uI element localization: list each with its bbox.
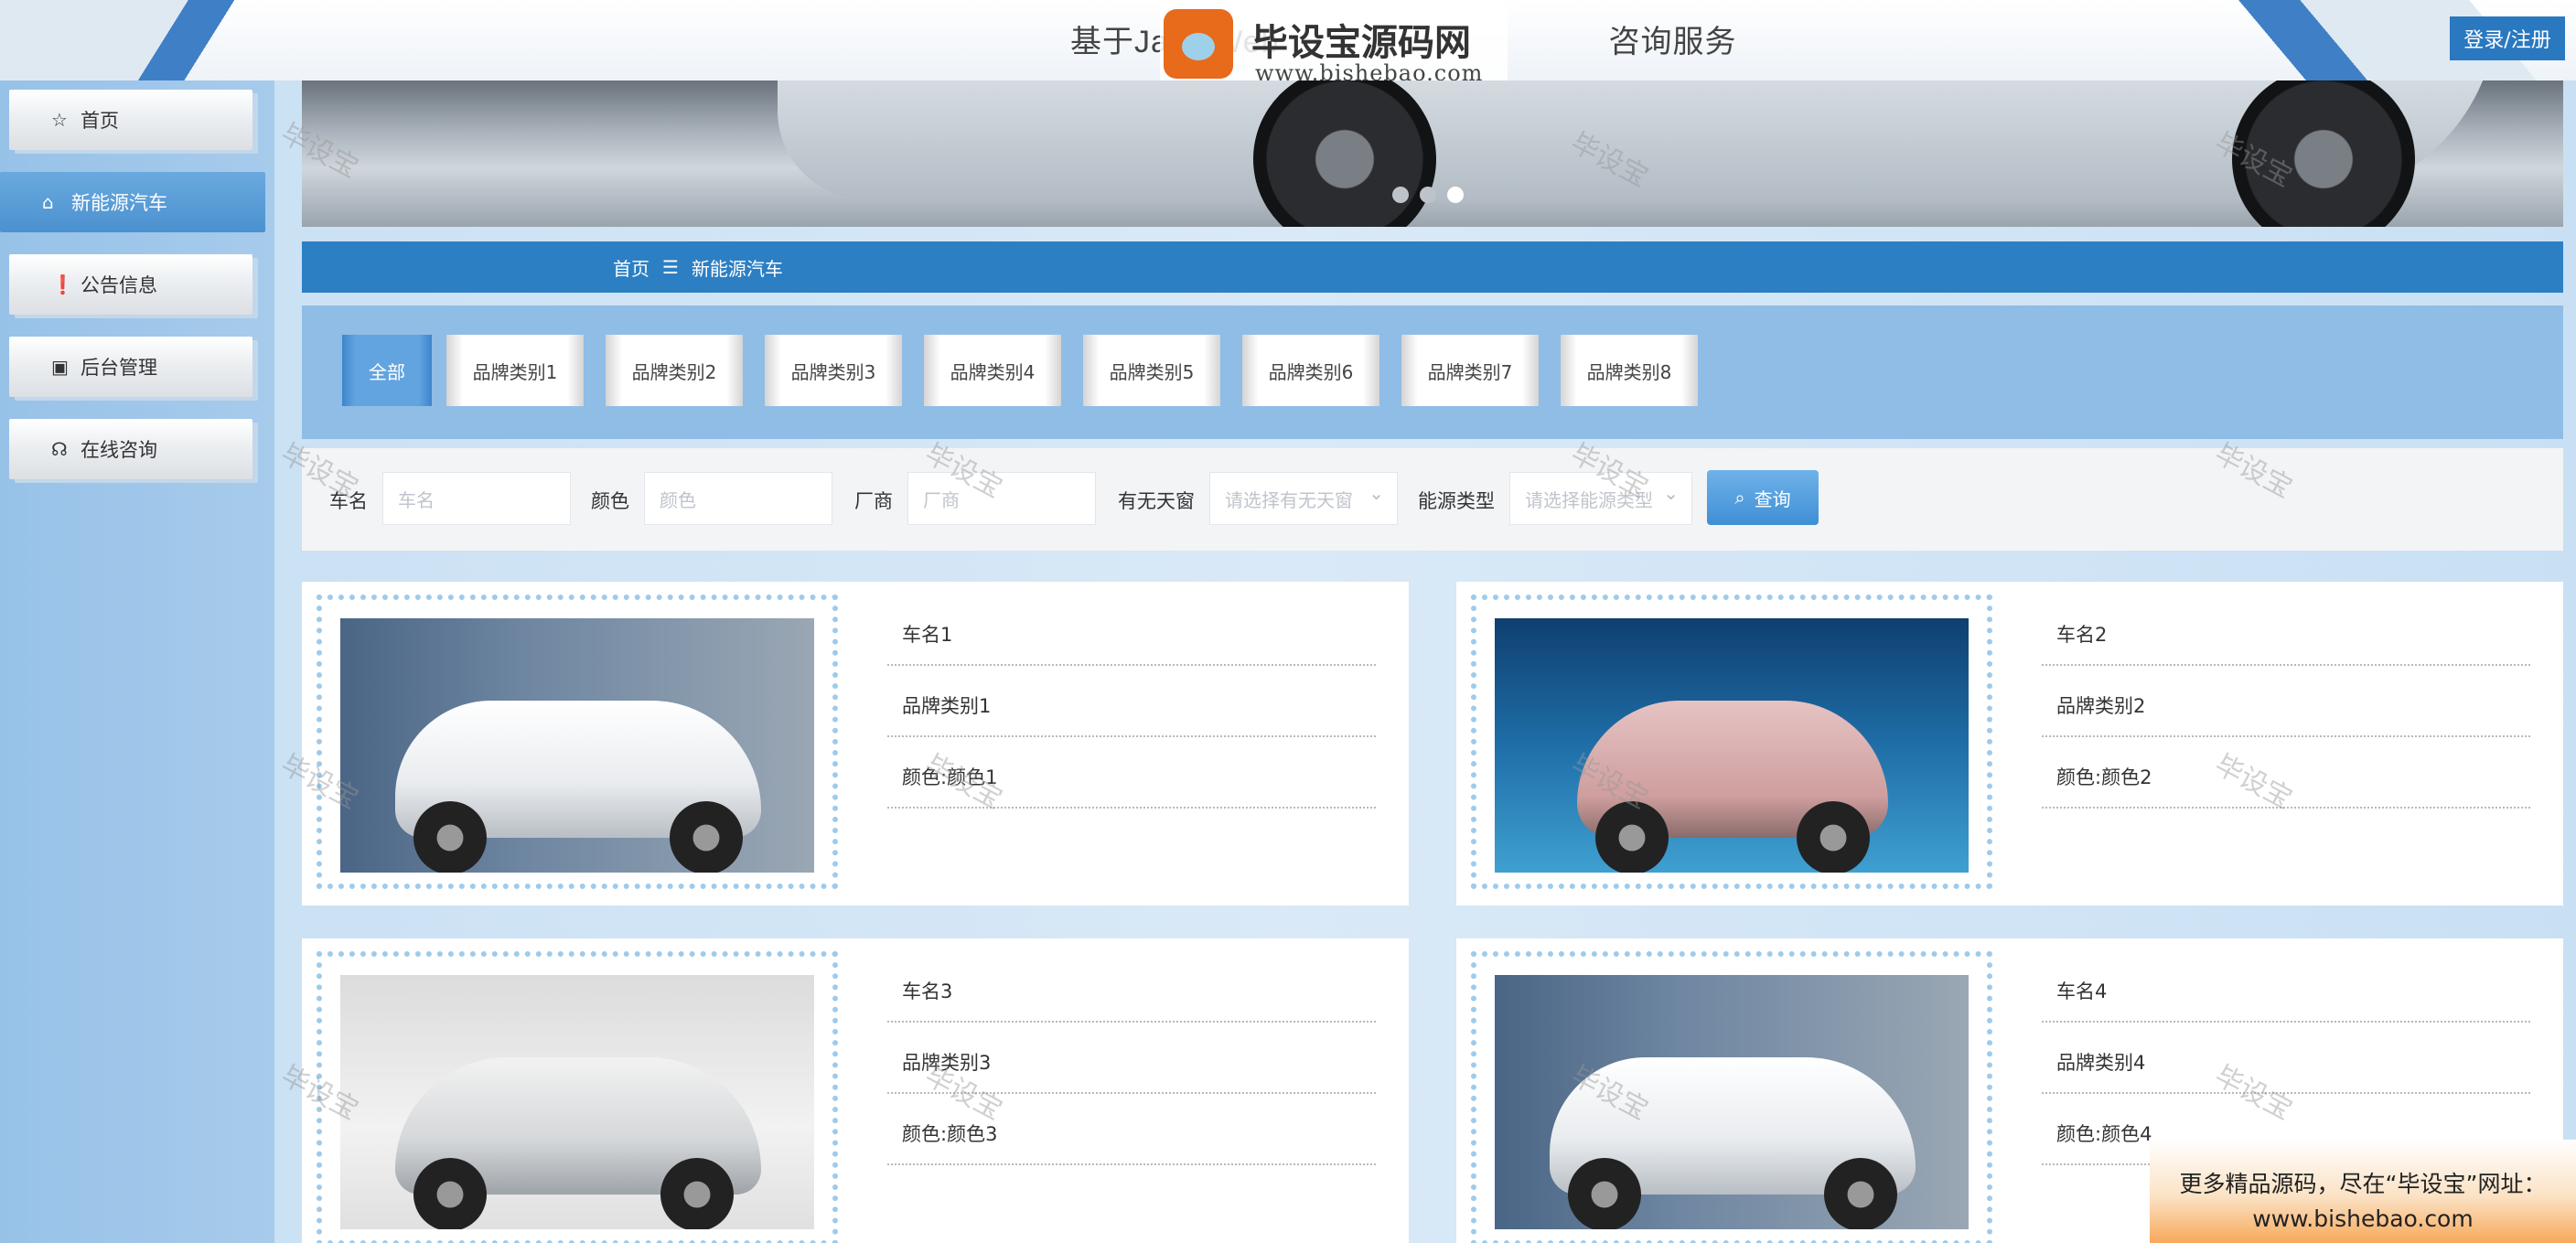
banner-wheel	[1253, 80, 1436, 227]
category-brand-7[interactable]: 品牌类别7	[1401, 335, 1539, 406]
car-tire	[1568, 1158, 1641, 1229]
car-color: 颜色:颜色3	[887, 1094, 1376, 1165]
alert-circle-icon: ❗	[51, 273, 74, 295]
search-button[interactable]: ⌕ 查询	[1707, 470, 1819, 525]
car-name: 车名1	[887, 595, 1376, 666]
sidebar-item-admin[interactable]: ▣ 后台管理	[9, 337, 252, 397]
maker-label: 厂商	[854, 490, 893, 512]
car-photo[interactable]	[340, 618, 814, 873]
watermark-logo-url: www.bishebao.com	[1255, 60, 1484, 80]
category-brand-4[interactable]: 品牌类别4	[924, 335, 1061, 406]
breadcrumb-home[interactable]: 首页	[613, 254, 649, 281]
car-card[interactable]: 车名3 品牌类别3 颜色:颜色3	[302, 938, 1409, 1243]
car-brand: 品牌类别1	[887, 666, 1376, 737]
car-brand: 品牌类别4	[2042, 1023, 2530, 1094]
car-card[interactable]: 车名1 品牌类别1 颜色:颜色1	[302, 582, 1409, 905]
category-brand-5[interactable]: 品牌类别5	[1083, 335, 1220, 406]
header-decor-left	[0, 0, 373, 80]
car-photo-frame	[317, 595, 838, 889]
sidebar-item-label: 公告信息	[80, 274, 157, 296]
sidebar-item-online-consult[interactable]: ☊ 在线咨询	[9, 419, 252, 479]
category-brand-3[interactable]: 品牌类别3	[765, 335, 902, 406]
carousel-dot[interactable]	[1420, 187, 1436, 203]
category-all[interactable]: 全部	[342, 335, 432, 406]
category-brand-8[interactable]: 品牌类别8	[1561, 335, 1698, 406]
category-brand-2[interactable]: 品牌类别2	[606, 335, 743, 406]
banner-carousel[interactable]	[302, 80, 2563, 227]
maker-input[interactable]: 厂商	[907, 472, 1096, 525]
promo-banner[interactable]: 更多精品源码，尽在“毕设宝”网址： www.bishebao.com	[2150, 1140, 2576, 1243]
car-photo-frame	[1471, 951, 1992, 1243]
search-button-label: 查询	[1754, 488, 1791, 510]
car-photo[interactable]	[1495, 975, 1969, 1229]
car-name-input[interactable]: 车名	[382, 472, 571, 525]
category-brand-6[interactable]: 品牌类别6	[1242, 335, 1379, 406]
sidebar-item-label: 新能源汽车	[71, 192, 167, 214]
watermark-logo: 毕设宝源码网 www.bishebao.com	[1160, 4, 1508, 80]
car-photo[interactable]	[340, 975, 814, 1229]
sidebar-item-announcements[interactable]: ❗ 公告信息	[9, 254, 252, 315]
sidebar-item-label: 在线咨询	[80, 439, 157, 461]
car-tire	[1595, 801, 1669, 873]
sunroof-select[interactable]: 请选择有无天窗	[1209, 472, 1398, 525]
carousel-indicators	[1392, 187, 1464, 203]
search-icon: ⌕	[1734, 487, 1745, 509]
car-tire	[413, 801, 487, 873]
brand-category-bar: 全部 品牌类别1 品牌类别2 品牌类别3 品牌类别4 品牌类别5 品牌类别6 品…	[302, 305, 2563, 439]
car-tire	[413, 1158, 487, 1229]
car-name-label: 车名	[329, 490, 368, 512]
sidebar: ☆ 首页 ⌂ 新能源汽车 ❗ 公告信息 ▣ 后台管理 ☊ 在线咨询	[0, 80, 274, 1243]
sidebar-item-label: 后台管理	[80, 357, 157, 379]
car-tire	[1824, 1158, 1897, 1229]
sidebar-item-home[interactable]: ☆ 首页	[9, 90, 252, 150]
color-label: 颜色	[591, 490, 629, 512]
car-photo[interactable]	[1495, 618, 1969, 873]
car-color: 颜色:颜色1	[887, 737, 1376, 809]
car-card[interactable]: 车名2 品牌类别2 颜色:颜色2	[1456, 582, 2563, 905]
carousel-dot-active[interactable]	[1447, 187, 1464, 203]
promo-line-1: 更多精品源码，尽在“毕设宝”网址：	[2179, 1171, 2547, 1197]
headset-icon: ☊	[51, 438, 68, 460]
car-brand: 品牌类别2	[2042, 666, 2530, 737]
breadcrumb: 首页 ☰ 新能源汽车	[302, 241, 2563, 293]
car-photo-frame	[317, 951, 838, 1243]
site-header: 基于Java Web咨询服务 毕设宝源码网 www.bishebao.com 登…	[0, 0, 2576, 80]
sunroof-label: 有无天窗	[1118, 490, 1195, 512]
login-register-button[interactable]: 登录/注册	[2450, 16, 2565, 60]
watermark-badge-icon	[1164, 9, 1233, 79]
car-tire	[660, 1158, 734, 1229]
banner-wheel	[2232, 80, 2415, 227]
car-photo-frame	[1471, 595, 1992, 889]
breadcrumb-current: 新能源汽车	[691, 257, 783, 280]
car-name: 车名4	[2042, 951, 2530, 1023]
car-tire	[670, 801, 743, 873]
car-tire	[1797, 801, 1870, 873]
car-name: 车名2	[2042, 595, 2530, 666]
home-icon: ⌂	[42, 191, 54, 213]
energy-type-label: 能源类型	[1418, 490, 1495, 512]
car-brand: 品牌类别3	[887, 1023, 1376, 1094]
color-input[interactable]: 颜色	[644, 472, 832, 525]
search-filter-bar: 车名 车名 颜色 颜色 厂商 厂商 有无天窗 请选择有无天窗 能源类型 请选择能…	[302, 448, 2563, 551]
energy-type-select[interactable]: 请选择能源类型	[1509, 472, 1692, 525]
promo-line-2: www.bishebao.com	[2252, 1205, 2474, 1232]
briefcase-icon: ▣	[51, 356, 69, 378]
car-color: 颜色:颜色2	[2042, 737, 2530, 809]
category-brand-1[interactable]: 品牌类别1	[446, 335, 584, 406]
sidebar-item-new-energy-cars[interactable]: ⌂ 新能源汽车	[0, 172, 265, 232]
sidebar-item-label: 首页	[80, 110, 119, 132]
watermark-logo-text: 毕设宝源码网	[1251, 22, 1471, 64]
carousel-dot[interactable]	[1392, 187, 1409, 203]
car-name: 车名3	[887, 951, 1376, 1023]
breadcrumb-separator-icon: ☰	[662, 256, 679, 278]
star-icon: ☆	[51, 109, 68, 131]
